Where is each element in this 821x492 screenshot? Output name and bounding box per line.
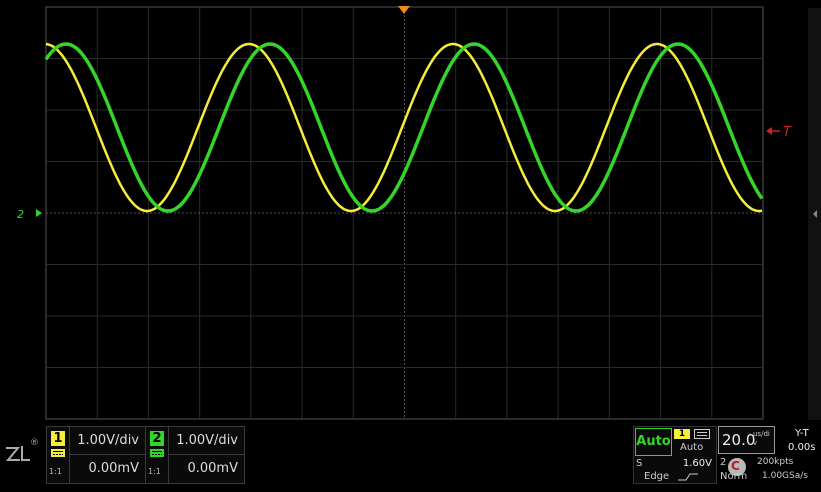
- ch1-settings[interactable]: 1 1:1 1.00V/div 0.00mV: [46, 426, 146, 484]
- divider: [69, 454, 145, 455]
- waveform-display: 2 T: [0, 0, 821, 420]
- divider: [69, 427, 70, 483]
- timebase-unit: us/div: [753, 430, 770, 447]
- display-mode[interactable]: Y-T: [795, 428, 809, 439]
- ch1-probe-ratio: 1:1: [49, 467, 62, 476]
- dc-coupling-icon: [51, 449, 65, 457]
- svg-text:2: 2: [17, 208, 24, 221]
- trigger-source-badge[interactable]: 1: [674, 429, 690, 439]
- horizontal-delay[interactable]: 0.00s: [788, 442, 815, 453]
- status-bar: ® 1 1:1 1.00V/div 0.00mV 2 1:1 1.00V/div…: [0, 420, 821, 492]
- ch1-scale[interactable]: 1.00V/div: [77, 433, 139, 448]
- svg-text:T: T: [783, 125, 792, 140]
- trigger-mode-button[interactable]: Auto: [635, 428, 672, 456]
- sample-rate: 1.00GSa/s: [762, 471, 808, 481]
- display-background: [0, 0, 821, 420]
- dc-coupling-icon: [150, 449, 164, 457]
- acquisition-count-prefix: 2: [720, 457, 727, 468]
- ch2-probe-ratio: 1:1: [148, 467, 161, 476]
- ch1-label: 1: [51, 431, 65, 446]
- menu-icon[interactable]: [694, 429, 710, 439]
- trigger-level[interactable]: 1.60V: [683, 458, 712, 469]
- trigger-mode-prefix: S: [636, 458, 643, 469]
- brand-logo: ®: [4, 438, 39, 464]
- registered-mark: ®: [30, 438, 39, 448]
- ch2-settings[interactable]: 2 1:1 1.00V/div 0.00mV: [145, 426, 245, 484]
- trigger-sweep: Auto: [680, 442, 704, 453]
- trigger-settings[interactable]: Auto 1 Auto S 1.60V Edge: [633, 426, 717, 484]
- memory-depth[interactable]: 200kpts: [757, 457, 793, 467]
- trigger-type[interactable]: Edge: [644, 471, 669, 482]
- ch1-offset[interactable]: 0.00mV: [88, 461, 139, 476]
- ch2-scale[interactable]: 1.00V/div: [176, 433, 238, 448]
- ch2-offset[interactable]: 0.00mV: [187, 461, 238, 476]
- watermark-logo: C: [728, 458, 746, 476]
- timebase-value: 20.0: [722, 431, 756, 449]
- copyright-icon: C: [731, 459, 740, 473]
- divider: [168, 427, 169, 483]
- ch2-label: 2: [150, 431, 164, 446]
- timebase-scale[interactable]: 20.0 us/div: [718, 426, 775, 454]
- rising-edge-icon: [678, 473, 698, 481]
- divider: [168, 454, 244, 455]
